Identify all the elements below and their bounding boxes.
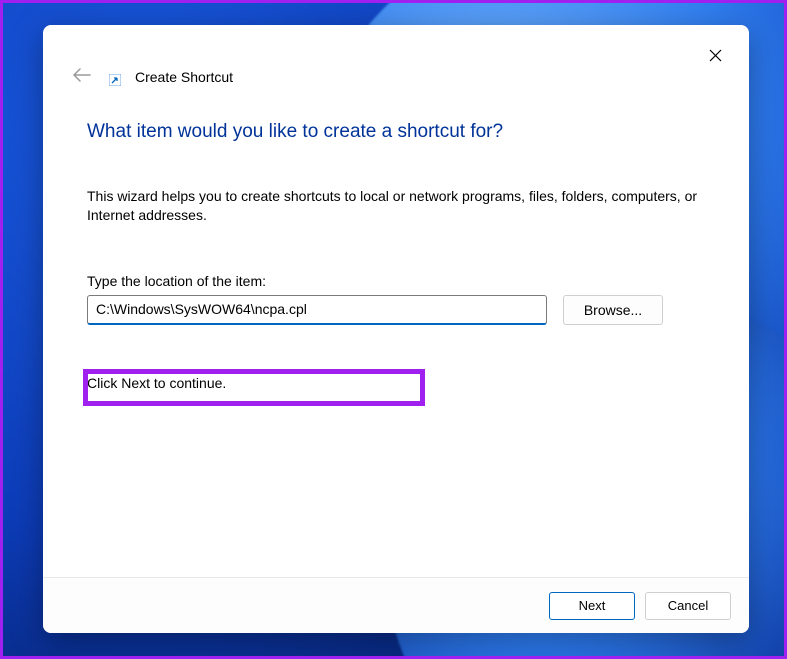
- dialog-content: What item would you like to create a sho…: [87, 121, 705, 391]
- browse-button[interactable]: Browse...: [563, 295, 663, 325]
- shortcut-icon: [109, 74, 121, 86]
- close-button[interactable]: [699, 39, 731, 71]
- back-button[interactable]: [69, 62, 95, 91]
- wizard-description: This wizard helps you to create shortcut…: [87, 187, 705, 225]
- continue-hint: Click Next to continue.: [87, 375, 705, 391]
- wizard-heading: What item would you like to create a sho…: [87, 121, 705, 143]
- back-arrow-icon: [73, 68, 91, 82]
- dialog-title: Create Shortcut: [135, 69, 233, 85]
- create-shortcut-dialog: Create Shortcut What item would you like…: [43, 25, 749, 633]
- cancel-button[interactable]: Cancel: [645, 592, 731, 620]
- location-input[interactable]: [87, 295, 547, 325]
- desktop-background: Create Shortcut What item would you like…: [0, 0, 787, 659]
- next-button[interactable]: Next: [549, 592, 635, 620]
- location-label: Type the location of the item:: [87, 273, 705, 289]
- close-icon: [709, 49, 722, 62]
- dialog-footer: Next Cancel: [43, 577, 749, 633]
- dialog-header: Create Shortcut: [69, 62, 233, 91]
